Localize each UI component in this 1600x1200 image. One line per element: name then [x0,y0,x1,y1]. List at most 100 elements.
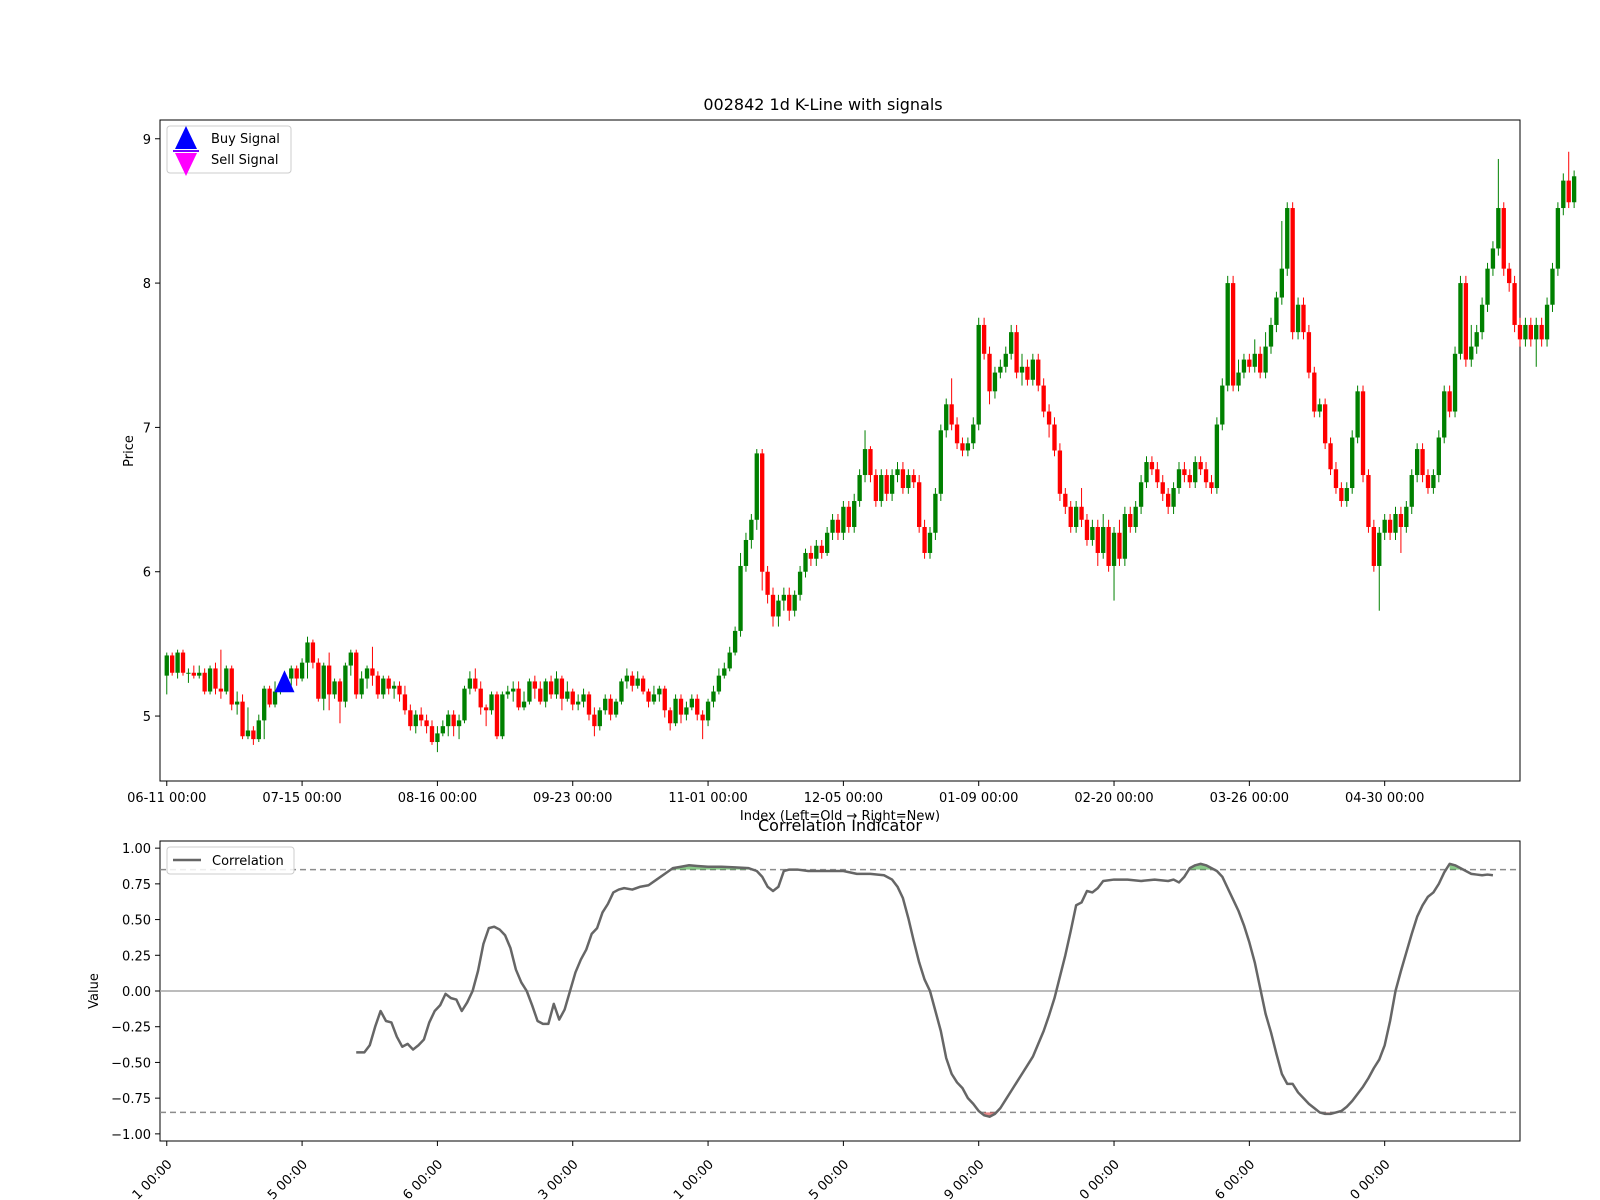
candle-body [635,678,640,686]
candle-body [1225,283,1230,386]
candle-body [1436,437,1441,476]
candle-body [229,668,234,705]
candle-body [429,726,435,743]
x-tick-label: 04-30 00:00 [1345,791,1424,806]
candle-body [1009,332,1014,354]
y-tick-label: −0.75 [111,1092,151,1107]
candle-body [289,668,294,679]
candle-body [1496,208,1501,249]
candle-body [998,366,1003,373]
candle-body [732,630,738,653]
candle-body [1442,391,1447,438]
candle [1366,469,1371,533]
candle-body [668,710,673,724]
candle-body [868,449,873,476]
candle-body [1512,283,1517,325]
candle-body [954,424,960,444]
candle-body [375,675,381,695]
candle-body [927,532,933,553]
candle-body [608,698,613,715]
candle-body [1133,506,1138,527]
y-tick-label: −0.25 [111,1021,151,1036]
candle-body [1241,359,1247,373]
candle-body [1171,488,1176,507]
candle-body [1425,475,1431,489]
candle [224,665,229,695]
candle-body [1122,514,1128,559]
candle [1014,324,1019,379]
candle [1106,519,1111,572]
candle-body [1550,268,1555,305]
candle-body [1046,411,1052,425]
candle-body [180,652,186,673]
correlation-y-axis-label: Value [87,973,102,1009]
candle-body [321,665,326,699]
candle-body [624,675,630,682]
candle-body [1523,324,1528,340]
candle-body [1312,372,1317,412]
candle [354,649,359,699]
candle-body [516,688,521,708]
candle-body [1193,462,1198,483]
candle-body [1268,324,1274,347]
figure: 002842 1d K-Line with signals 5 6 7 8 9 06-1… [0,0,1600,1200]
candle-body [207,668,213,692]
candle [938,424,943,502]
candle [619,678,624,705]
candle-body [695,698,700,715]
candle-body [765,571,770,595]
kline-title: 002842 1d K-Line with signals [703,95,942,114]
candle-body [1030,359,1036,380]
candle-body [770,594,776,617]
candle-body [1138,482,1144,507]
y-tick-label: 6 [143,566,151,581]
candle-body [722,668,727,676]
y-tick-label: 8 [143,277,151,292]
candle-body [402,694,408,711]
candle [1501,202,1506,276]
candle-body [1420,449,1425,476]
candle-body [521,701,527,708]
candle-body [1149,462,1155,470]
candle-body [1414,449,1420,476]
candle-body [202,672,207,692]
candle-body [1165,493,1171,507]
candle-body [684,707,689,715]
y-tick-label: 0.00 [122,985,151,1000]
candle-body [262,688,267,721]
candle-body [1371,526,1377,566]
candle-body [1528,324,1533,340]
candle-body [922,526,927,553]
candle-body [749,519,754,540]
candle-body [662,688,667,711]
candle-body [234,701,240,705]
candle-body [1263,346,1268,373]
candle-body [381,678,386,695]
candle-body [413,714,418,727]
candle-body [819,545,824,553]
candle-body [857,475,862,502]
candle-body [1128,514,1133,527]
candle-body [456,720,462,727]
candle-body [1274,297,1279,325]
candle-body [1155,469,1160,483]
candle-body [1230,283,1236,386]
candle-body [1333,469,1339,489]
candle-body [846,506,851,527]
candle [1322,398,1328,450]
candle-body [310,642,316,663]
candle [1360,385,1366,483]
candle [207,665,213,695]
candle-body [1571,176,1577,203]
candle-body [1490,248,1496,269]
candle [170,652,175,676]
candle-body [1258,353,1263,373]
candle [1463,275,1469,367]
x-tick-label: 08-16 00:00 [398,791,477,806]
candle-body [841,506,846,533]
candle [229,665,234,711]
candle-body [213,668,218,689]
candle-body [419,714,424,721]
candle-body [960,443,965,451]
candle-body [1306,332,1312,373]
